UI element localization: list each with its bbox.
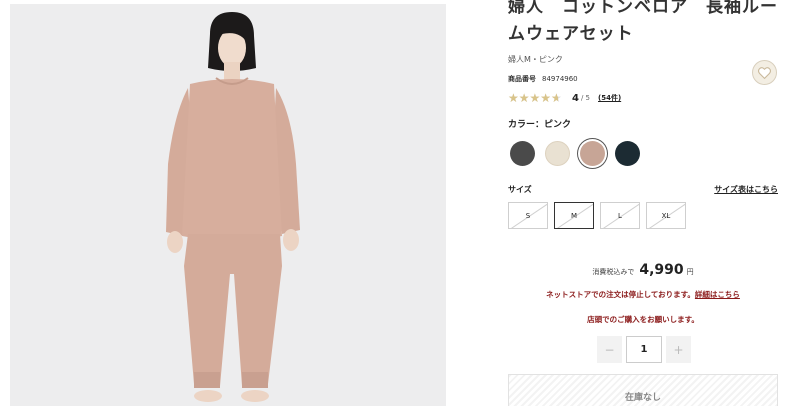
- product-number-value: 84974960: [542, 75, 578, 83]
- price-amount: 4,990: [639, 262, 684, 278]
- product-title: 婦人 コットンベロア 長袖ルームウェアセット: [508, 0, 778, 44]
- out-of-stock-label: 在庫なし: [624, 393, 661, 403]
- product-image: [10, 4, 446, 406]
- price-tax-label: 消費税込みで: [592, 268, 635, 276]
- size-option-m[interactable]: M: [554, 202, 594, 229]
- size-option-xl[interactable]: XL: [646, 202, 686, 229]
- rating: ★★★★★ ★★★★★ 4 / 5 (54件): [508, 91, 778, 105]
- rating-score: 4: [572, 92, 579, 104]
- size-option-l[interactable]: L: [600, 202, 640, 229]
- size-option-label: M: [570, 211, 578, 220]
- size-option-label: S: [525, 211, 531, 220]
- color-swatch-charcoal[interactable]: [510, 141, 535, 166]
- store-notice-instore: 店頭でのご購入をお願いします。: [587, 315, 699, 324]
- favorite-button[interactable]: [752, 60, 777, 85]
- quantity-input[interactable]: 1: [626, 336, 662, 363]
- color-swatches: [510, 141, 778, 166]
- color-swatch-beige[interactable]: [545, 141, 570, 166]
- size-option-label: XL: [661, 211, 671, 220]
- stars-filled: ★★★★★: [508, 92, 558, 104]
- price-currency: 円: [686, 268, 694, 276]
- heart-icon: [758, 66, 771, 79]
- size-option-s[interactable]: S: [508, 202, 548, 229]
- size-option-label: L: [618, 211, 622, 220]
- quantity-increment-button[interactable]: +: [666, 336, 691, 363]
- quantity-decrement-button[interactable]: −: [597, 336, 622, 363]
- product-variant: 婦人M・ピンク: [508, 55, 563, 64]
- price: 消費税込みで 4,990 円: [508, 262, 778, 278]
- store-notice: ネットストアでの注文は停止しております。詳細はこちら: [508, 289, 778, 300]
- out-of-stock-button: 在庫なし: [508, 374, 778, 406]
- notice-details-link[interactable]: 詳細はこちら: [695, 290, 740, 299]
- size-header: サイズ サイズ表はこちら: [508, 184, 778, 195]
- product-info: 婦人 コットンベロア 長袖ルームウェアセット 婦人M・ピンク 商品番号 84974…: [508, 0, 778, 363]
- size-options: S M L XL: [508, 202, 778, 229]
- product-number-label: 商品番号: [508, 75, 536, 83]
- color-swatch-pink[interactable]: [580, 141, 605, 166]
- quantity-stepper: − 1 +: [510, 336, 778, 363]
- size-label: サイズ: [508, 185, 532, 194]
- star-rating-icon: ★★★★★ ★★★★★: [508, 92, 570, 104]
- model-illustration: [166, 12, 300, 402]
- color-swatch-navy[interactable]: [615, 141, 640, 166]
- store-notice-text: ネットストアでの注文は停止しております。: [546, 290, 695, 299]
- rating-max: / 5: [580, 94, 591, 102]
- color-label: カラー：ピンク: [508, 120, 572, 130]
- size-guide-link[interactable]: サイズ表はこちら: [714, 184, 778, 195]
- review-count-link[interactable]: (54件): [598, 93, 621, 103]
- product-number: 商品番号 84974960: [508, 74, 778, 84]
